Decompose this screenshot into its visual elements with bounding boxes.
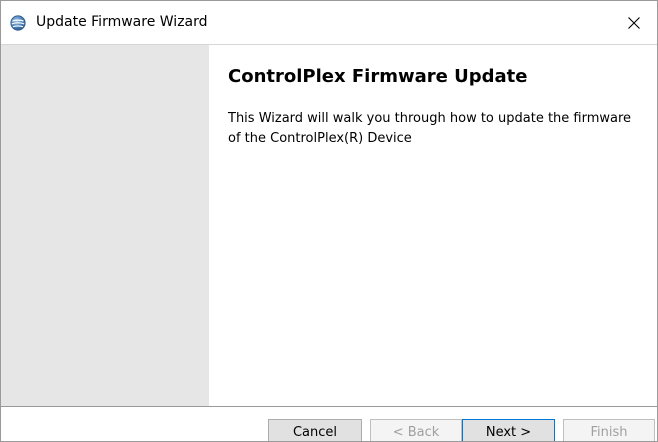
wizard-content: ControlPlex Firmware Update This Wizard …: [1, 44, 657, 407]
globe-app-icon: [10, 15, 26, 31]
window-title: Update Firmware Wizard: [36, 14, 208, 30]
title-bar: Update Firmware Wizard: [1, 1, 657, 44]
page-heading: ControlPlex Firmware Update: [228, 66, 528, 87]
next-button[interactable]: Next >: [462, 419, 555, 441]
wizard-button-bar: Cancel < Back Next > Finish: [1, 406, 657, 441]
wizard-side-panel: [1, 45, 209, 407]
close-icon: [628, 16, 640, 29]
close-button[interactable]: [611, 1, 657, 44]
cancel-button[interactable]: Cancel: [268, 419, 362, 441]
finish-button[interactable]: Finish: [563, 419, 655, 441]
back-button[interactable]: < Back: [370, 419, 462, 441]
page-description: This Wizard will walk you through how to…: [228, 111, 632, 146]
wizard-window: Update Firmware Wizard ControlPlex Firmw…: [0, 0, 658, 442]
wizard-main-panel: ControlPlex Firmware Update This Wizard …: [209, 45, 657, 407]
